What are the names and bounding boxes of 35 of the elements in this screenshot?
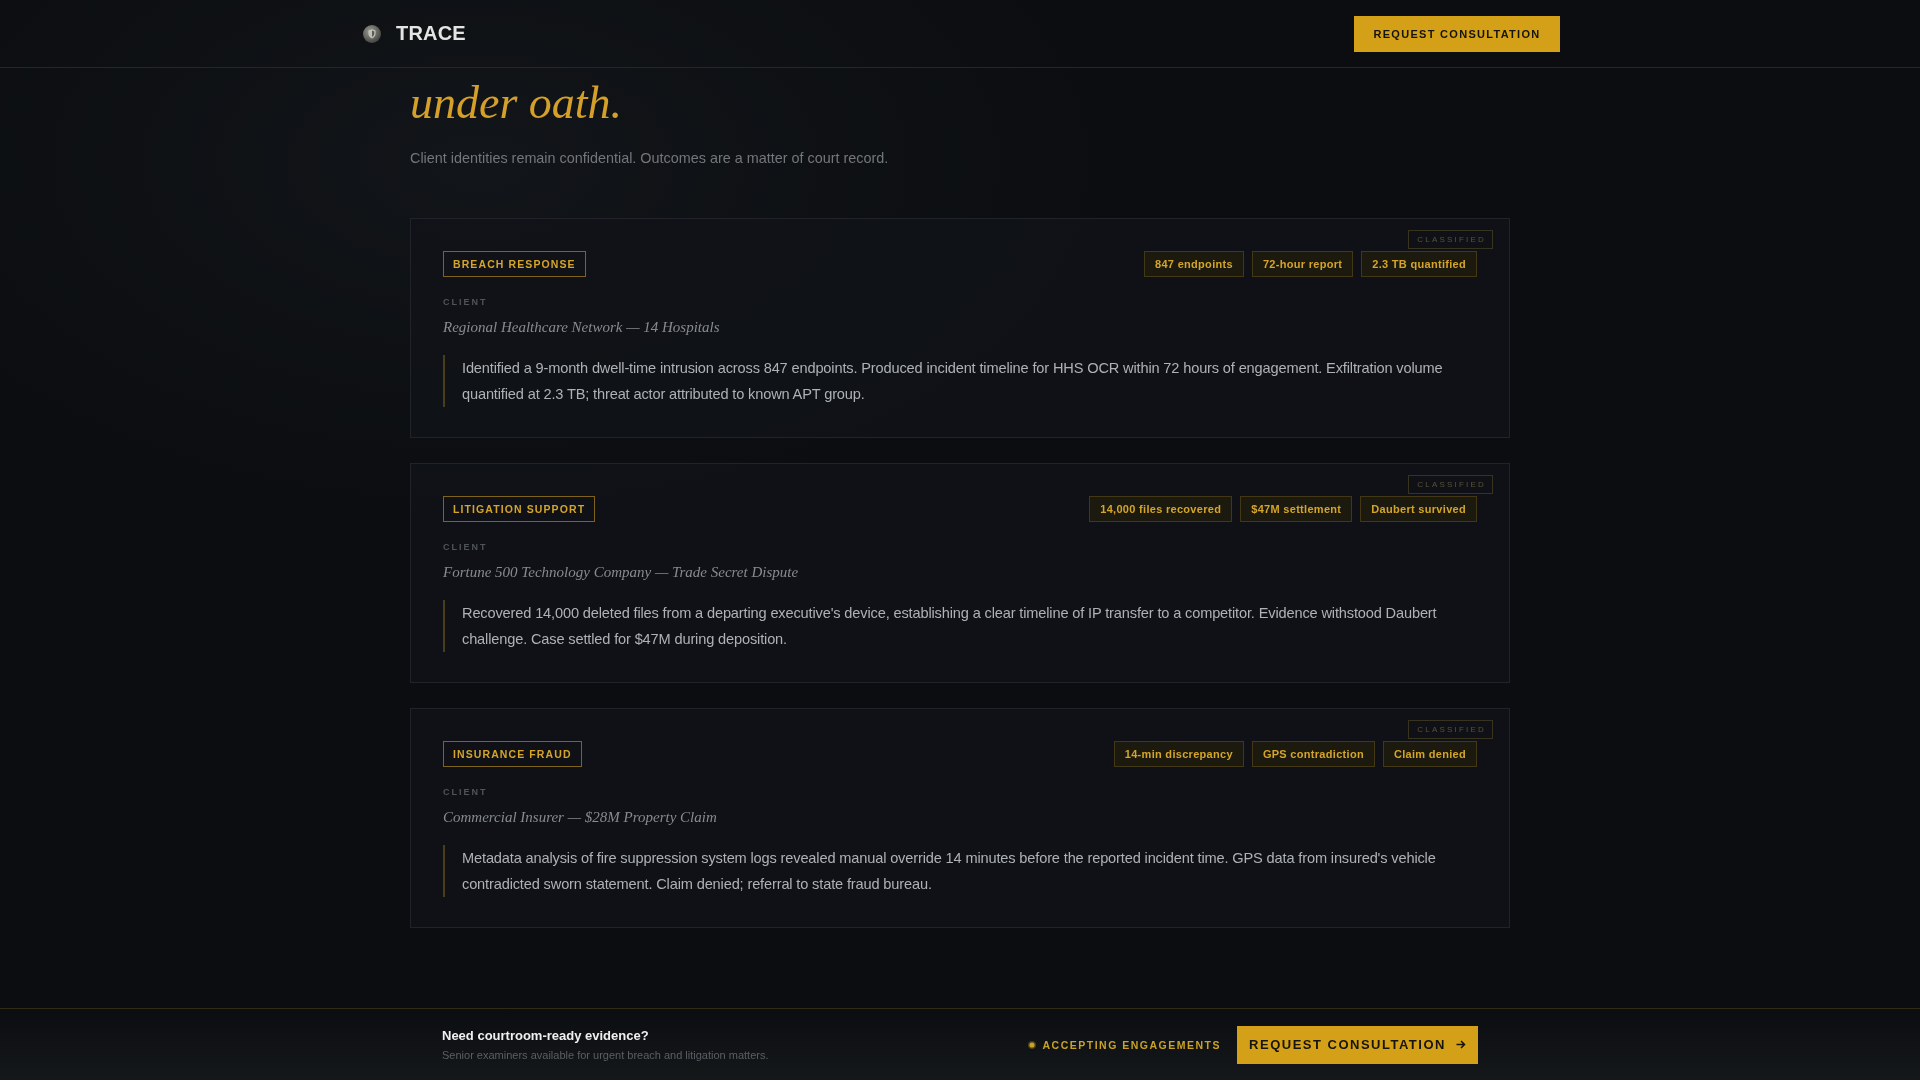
client-name: Fortune 500 Technology Company — Trade Secret Dispute: [443, 563, 800, 582]
metric-tag: $47M settlement: [1240, 496, 1353, 522]
category-tag: LITIGATION SUPPORT: [443, 496, 596, 522]
page-heading: under oath.: [410, 76, 624, 130]
classified-stamp: CLASSIFIED: [1408, 475, 1493, 494]
case-summary: Recovered 14,000 deleted files from a departing executive's device, establishing a clear timeline of IP transfer to a competitor. Evidence withstood Daubert challenge. Case settled for $47M during deposition.: [443, 600, 1477, 652]
request-consultation-button[interactable]: REQUEST CONSULTATION: [1237, 1025, 1478, 1064]
home-link[interactable]: TRACE: [363, 22, 466, 45]
metric-tag: 72-hour report: [1251, 251, 1354, 277]
client-label: CLIENT: [443, 787, 489, 798]
client-label: CLIENT: [443, 297, 489, 308]
request-consultation-button[interactable]: REQUEST CONSULTATION: [1354, 15, 1560, 52]
category-tag: INSURANCE FRAUD: [443, 741, 582, 767]
status-dot-icon: [1028, 1040, 1037, 1049]
status-label: ACCEPTING ENGAGEMENTS: [1042, 1038, 1221, 1051]
metric-tag: Claim denied: [1382, 741, 1477, 767]
client-name: Regional Healthcare Network — 14 Hospitals: [443, 318, 721, 337]
case-summary: Identified a 9-month dwell-time intrusion across 847 endpoints. Produced incident timeline for HHS OCR within 72 hours of engagement. Exfiltration volume quantified at 2.3 TB; threat actor attributed to known APT group.: [443, 355, 1477, 407]
classified-stamp: CLASSIFIED: [1408, 230, 1493, 249]
cta-subtitle: Senior examiners available for urgent breach and litigation matters.: [442, 1047, 769, 1062]
metric-tag: 14,000 files recovered: [1089, 496, 1233, 522]
shield-badge-icon: [363, 24, 381, 43]
category-tag: BREACH RESPONSE: [443, 251, 586, 277]
metric-tag: Daubert survived: [1360, 496, 1477, 522]
page-subtitle: Client identities remain confidential. Outcomes are a matter of court record.: [410, 149, 890, 168]
metric-tag: 2.3 TB quantified: [1361, 251, 1477, 277]
case-summary: Metadata analysis of fire suppression system logs revealed manual override 14 minutes before the reported incident time. GPS data from insured's vehicle contradicted sworn statement. Claim denied; referral to state fraud bureau.: [443, 845, 1477, 897]
metric-tag: 847 endpoints: [1144, 251, 1244, 277]
client-label: CLIENT: [443, 542, 489, 553]
metric-tag: 14-min discrepancy: [1113, 741, 1244, 767]
classified-stamp: CLASSIFIED: [1408, 720, 1493, 739]
metric-tag: GPS contradiction: [1251, 741, 1375, 767]
cta-title: Need courtroom-ready evidence?: [442, 1027, 650, 1044]
arrow-right-icon: [1455, 1040, 1466, 1049]
client-name: Commercial Insurer — $28M Property Claim: [443, 808, 718, 827]
